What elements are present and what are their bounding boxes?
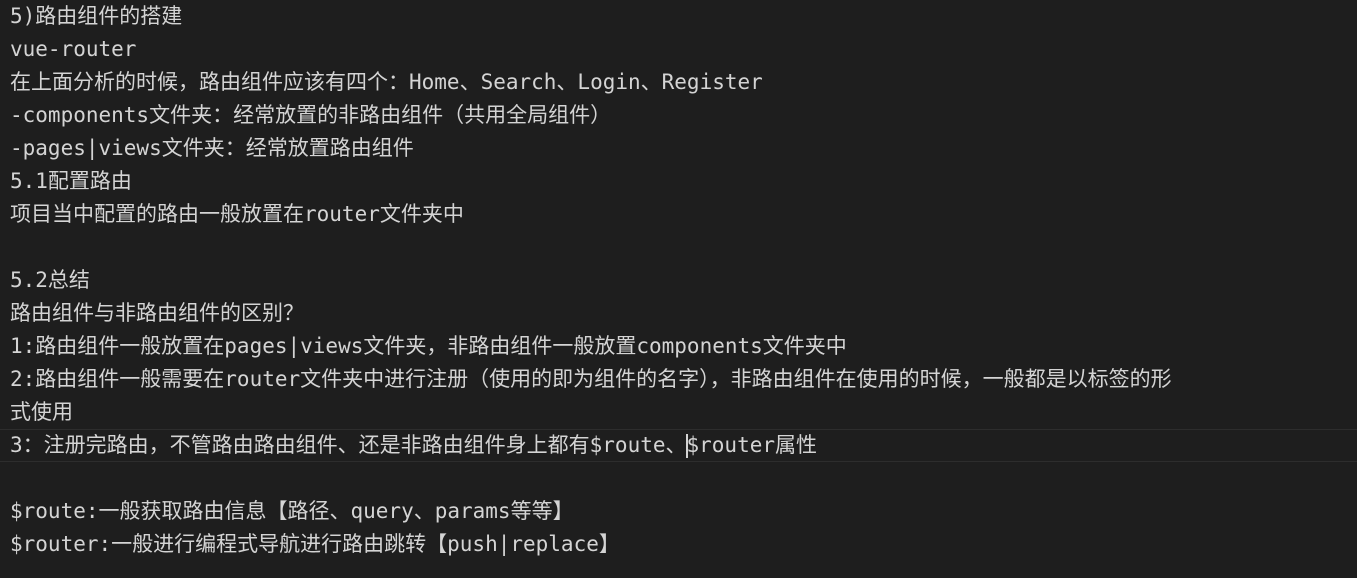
editor-current-line[interactable]: 3：注册完路由，不管路由路由组件、还是非路由组件身上都有$route、$rout… xyxy=(0,429,1357,462)
editor-line[interactable] xyxy=(0,462,1357,495)
editor-line[interactable]: 5.1配置路由 xyxy=(0,165,1357,198)
editor-line[interactable]: 5)路由组件的搭建 xyxy=(0,0,1357,33)
editor-line[interactable]: -components文件夹：经常放置的非路由组件（共用全局组件） xyxy=(0,99,1357,132)
editor-line[interactable]: $router:一般进行编程式导航进行路由跳转【push|replace】 xyxy=(0,528,1357,561)
editor-line[interactable] xyxy=(0,231,1357,264)
editor-line[interactable]: $route:一般获取路由信息【路径、query、params等等】 xyxy=(0,495,1357,528)
editor-line[interactable]: 1:路由组件一般放置在pages|views文件夹，非路由组件一般放置compo… xyxy=(0,330,1357,363)
editor-line[interactable]: -pages|views文件夹：经常放置路由组件 xyxy=(0,132,1357,165)
editor-line[interactable]: vue-router xyxy=(0,33,1357,66)
text-editor[interactable]: 5)路由组件的搭建 vue-router 在上面分析的时候，路由组件应该有四个：… xyxy=(0,0,1357,578)
current-line-text-before-cursor: 3：注册完路由，不管路由路由组件、还是非路由组件身上都有$route、 xyxy=(10,433,687,457)
editor-line[interactable]: 项目当中配置的路由一般放置在router文件夹中 xyxy=(0,198,1357,231)
current-line-text-after-cursor: $router属性 xyxy=(686,433,818,457)
editor-line[interactable]: 式使用 xyxy=(0,396,1357,429)
editor-line[interactable]: 路由组件与非路由组件的区别？ xyxy=(0,297,1357,330)
editor-line[interactable]: 在上面分析的时候，路由组件应该有四个：Home、Search、Login、Reg… xyxy=(0,66,1357,99)
editor-line[interactable]: 2:路由组件一般需要在router文件夹中进行注册（使用的即为组件的名字），非路… xyxy=(0,363,1357,396)
editor-line[interactable]: 5.2总结 xyxy=(0,264,1357,297)
